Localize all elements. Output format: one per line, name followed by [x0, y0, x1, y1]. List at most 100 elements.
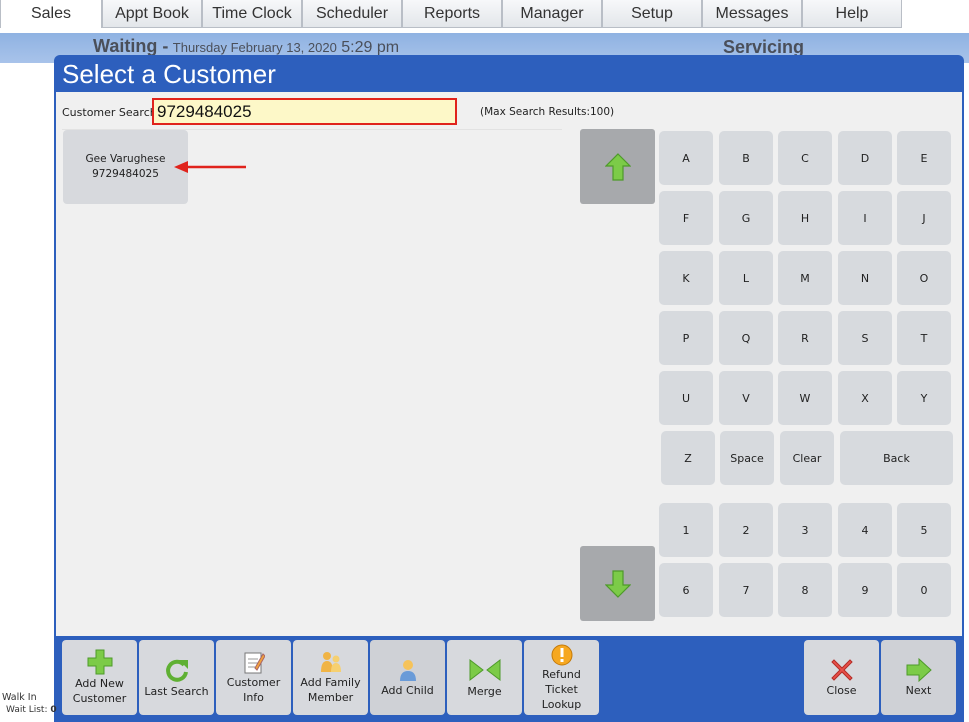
- add-new-customer-label-1: Add New: [75, 677, 124, 690]
- refresh-icon: [165, 659, 188, 682]
- key-9[interactable]: 9: [838, 563, 892, 617]
- key-d[interactable]: D: [838, 131, 892, 185]
- customer-info-label-2: Info: [243, 691, 264, 704]
- tab-scheduler[interactable]: Scheduler: [302, 0, 402, 28]
- scroll-down-button[interactable]: [580, 546, 655, 621]
- tab-appt-book[interactable]: Appt Book: [102, 0, 202, 28]
- tab-manager[interactable]: Manager: [502, 0, 602, 28]
- customer-result-phone: 9729484025: [92, 168, 159, 180]
- red-arrow-annotation: [174, 161, 246, 173]
- arrow-up-icon: [604, 152, 631, 181]
- key-a[interactable]: A: [659, 131, 713, 185]
- key-m[interactable]: M: [778, 251, 832, 305]
- waiting-label: Waiting -: [93, 36, 169, 56]
- status-date: Thursday February 13, 2020: [172, 40, 337, 55]
- add-family-member-label-1: Add Family: [300, 676, 361, 689]
- tab-help[interactable]: Help: [802, 0, 902, 28]
- key-4[interactable]: 4: [838, 503, 892, 557]
- tab-time-clock[interactable]: Time Clock: [202, 0, 302, 28]
- key-h[interactable]: H: [778, 191, 832, 245]
- customer-result[interactable]: Gee Varughese 9729484025: [63, 130, 188, 204]
- max-search-results: (Max Search Results:100): [480, 106, 615, 118]
- key-o[interactable]: O: [897, 251, 951, 305]
- key-2[interactable]: 2: [719, 503, 773, 557]
- refund-label-3: Lookup: [541, 697, 582, 711]
- key-k[interactable]: K: [659, 251, 713, 305]
- key-6[interactable]: 6: [659, 563, 713, 617]
- next-label: Next: [905, 683, 932, 697]
- add-child-button[interactable]: Add Child: [370, 640, 445, 715]
- next-button[interactable]: Next: [881, 640, 956, 715]
- dialog-body: Customer Search: (Max Search Results:100…: [56, 92, 962, 636]
- key-back[interactable]: Back: [840, 431, 953, 485]
- key-space[interactable]: Space: [720, 431, 774, 485]
- add-family-member-button[interactable]: Add Family Member: [293, 640, 368, 715]
- app-window: Sales Appt Book Time Clock Scheduler Rep…: [0, 0, 969, 722]
- customer-search-label: Customer Search:: [62, 106, 161, 119]
- key-g[interactable]: G: [719, 191, 773, 245]
- customer-result-name: Gee Varughese: [85, 153, 166, 165]
- scroll-up-button[interactable]: [580, 129, 655, 204]
- status-time: 5:29 pm: [341, 39, 400, 56]
- key-1[interactable]: 1: [659, 503, 713, 557]
- arrow-right-icon: [906, 657, 932, 682]
- waiting-status: Waiting - Thursday February 13, 2020 5:2…: [93, 36, 399, 57]
- key-r[interactable]: R: [778, 311, 832, 365]
- key-w[interactable]: W: [778, 371, 832, 425]
- key-5[interactable]: 5: [897, 503, 951, 557]
- merge-button[interactable]: Merge: [447, 640, 522, 715]
- close-icon: [830, 658, 853, 681]
- last-search-button[interactable]: Last Search: [139, 640, 214, 715]
- add-child-label: Add Child: [381, 683, 434, 697]
- key-s[interactable]: S: [838, 311, 892, 365]
- key-p[interactable]: P: [659, 311, 713, 365]
- key-i[interactable]: I: [838, 191, 892, 245]
- arrow-down-icon: [604, 569, 631, 598]
- select-customer-dialog: Select a Customer Customer Search: (Max …: [54, 55, 964, 722]
- merge-icon: [469, 658, 500, 681]
- key-l[interactable]: L: [719, 251, 773, 305]
- key-e[interactable]: E: [897, 131, 951, 185]
- key-0[interactable]: 0: [897, 563, 951, 617]
- key-t[interactable]: T: [897, 311, 951, 365]
- key-c[interactable]: C: [778, 131, 832, 185]
- wait-list-count: 0: [50, 705, 57, 715]
- key-f[interactable]: F: [659, 191, 713, 245]
- key-u[interactable]: U: [659, 371, 713, 425]
- tab-reports[interactable]: Reports: [402, 0, 502, 28]
- customer-search-input[interactable]: [152, 98, 457, 125]
- key-n[interactable]: N: [838, 251, 892, 305]
- add-new-customer-label-2: Customer: [72, 692, 127, 705]
- key-x[interactable]: X: [838, 371, 892, 425]
- key-z[interactable]: Z: [661, 431, 715, 485]
- key-clear[interactable]: Clear: [780, 431, 834, 485]
- key-7[interactable]: 7: [719, 563, 773, 617]
- family-icon: [320, 652, 341, 672]
- top-nav: Sales Appt Book Time Clock Scheduler Rep…: [0, 0, 902, 28]
- last-search-label: Last Search: [144, 684, 209, 698]
- key-3[interactable]: 3: [778, 503, 832, 557]
- tab-messages[interactable]: Messages: [702, 0, 802, 28]
- warning-icon: [551, 644, 572, 665]
- tab-setup[interactable]: Setup: [602, 0, 702, 28]
- refund-label-2: Ticket: [545, 682, 578, 696]
- key-b[interactable]: B: [719, 131, 773, 185]
- key-v[interactable]: V: [719, 371, 773, 425]
- key-y[interactable]: Y: [897, 371, 951, 425]
- key-q[interactable]: Q: [719, 311, 773, 365]
- key-j[interactable]: J: [897, 191, 951, 245]
- close-label: Close: [826, 683, 857, 697]
- add-new-customer-button[interactable]: Add New Customer: [62, 640, 137, 715]
- refund-ticket-lookup-button[interactable]: Refund Ticket Lookup: [524, 640, 599, 715]
- wait-list-status: Wait List: 0: [6, 705, 57, 715]
- notepad-icon: [244, 652, 265, 674]
- wait-list-label: Wait List:: [6, 705, 48, 715]
- customer-info-label-1: Customer: [226, 676, 281, 689]
- merge-label: Merge: [467, 684, 502, 698]
- close-button[interactable]: Close: [804, 640, 879, 715]
- tab-sales[interactable]: Sales: [0, 0, 102, 28]
- key-8[interactable]: 8: [778, 563, 832, 617]
- customer-info-button[interactable]: Customer Info: [216, 640, 291, 715]
- refund-label-1: Refund: [542, 667, 581, 681]
- child-icon: [399, 659, 416, 681]
